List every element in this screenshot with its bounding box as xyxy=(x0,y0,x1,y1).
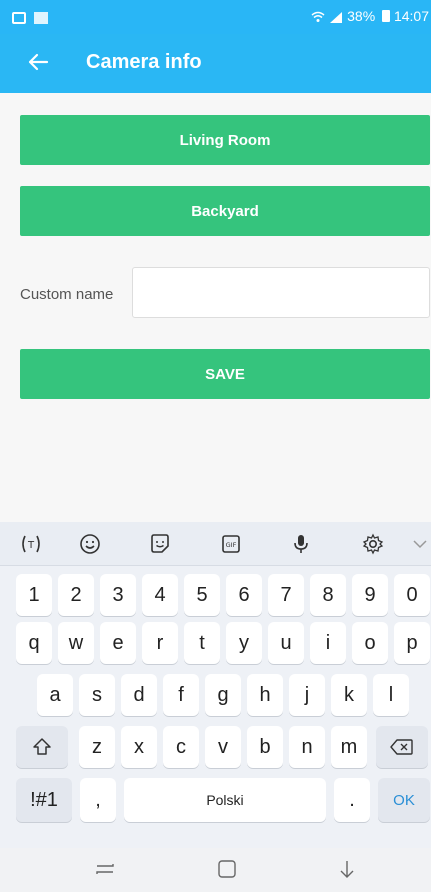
shift-key[interactable] xyxy=(16,726,68,768)
key-5[interactable]: 5 xyxy=(184,574,220,616)
key-2[interactable]: 2 xyxy=(58,574,94,616)
keyboard-toolbar: T GIF xyxy=(0,522,431,566)
key-b[interactable]: b xyxy=(247,726,283,768)
key-o[interactable]: o xyxy=(352,622,388,664)
period-key[interactable]: . xyxy=(334,778,370,822)
svg-text:T: T xyxy=(27,540,35,551)
battery-icon xyxy=(382,10,391,22)
app-bar: Camera info xyxy=(0,34,431,93)
sticker-icon[interactable] xyxy=(148,532,172,556)
key-a[interactable]: a xyxy=(37,674,73,716)
custom-name-label: Custom name xyxy=(20,286,114,303)
key-8[interactable]: 8 xyxy=(310,574,346,616)
camera-living-room-button[interactable]: Living Room xyxy=(20,115,430,165)
home-icon[interactable] xyxy=(216,858,238,880)
save-button[interactable]: SAVE xyxy=(20,349,430,399)
key-d[interactable]: d xyxy=(121,674,157,716)
key-t[interactable]: t xyxy=(184,622,220,664)
settings-icon[interactable] xyxy=(361,532,385,556)
custom-name-input[interactable] xyxy=(132,267,430,318)
recents-icon[interactable] xyxy=(94,858,116,880)
key-r[interactable]: r xyxy=(142,622,178,664)
battery-percent: 38% xyxy=(347,8,376,24)
key-n[interactable]: n xyxy=(289,726,325,768)
emoji-icon[interactable] xyxy=(78,532,102,556)
key-h[interactable]: h xyxy=(247,674,283,716)
key-q[interactable]: q xyxy=(16,622,52,664)
wifi-icon xyxy=(311,12,325,23)
symbols-key[interactable]: !#1 xyxy=(16,778,72,822)
key-k[interactable]: k xyxy=(331,674,367,716)
key-j[interactable]: j xyxy=(289,674,325,716)
space-key[interactable]: Polski xyxy=(124,778,326,822)
app-notification-icon xyxy=(34,11,49,24)
arrow-left-icon[interactable] xyxy=(27,51,49,73)
translate-icon[interactable]: T xyxy=(19,532,43,556)
key-w[interactable]: w xyxy=(58,622,94,664)
shift-icon xyxy=(33,738,51,755)
ok-key[interactable]: OK xyxy=(378,778,430,822)
key-0[interactable]: 0 xyxy=(394,574,430,616)
image-notification-icon xyxy=(12,11,26,24)
navigation-bar xyxy=(0,848,431,892)
key-1[interactable]: 1 xyxy=(16,574,52,616)
keyboard: T GIF 1 2 3 4 5 6 7 8 9 0 q w e r t y u … xyxy=(0,522,431,848)
key-x[interactable]: x xyxy=(121,726,157,768)
key-c[interactable]: c xyxy=(163,726,199,768)
back-icon[interactable] xyxy=(336,858,358,880)
clock-time: 14:07 xyxy=(393,8,429,24)
collapse-icon[interactable] xyxy=(411,532,429,556)
svg-text:GIF: GIF xyxy=(226,541,237,549)
key-u[interactable]: u xyxy=(268,622,304,664)
gif-icon[interactable]: GIF xyxy=(219,532,243,556)
camera-backyard-button[interactable]: Backyard xyxy=(20,186,430,236)
key-p[interactable]: p xyxy=(394,622,430,664)
status-bar: 38% 14:07 xyxy=(0,0,431,34)
key-i[interactable]: i xyxy=(310,622,346,664)
key-7[interactable]: 7 xyxy=(268,574,304,616)
key-m[interactable]: m xyxy=(331,726,367,768)
mic-icon[interactable] xyxy=(289,532,313,556)
key-9[interactable]: 9 xyxy=(352,574,388,616)
key-s[interactable]: s xyxy=(79,674,115,716)
key-v[interactable]: v xyxy=(205,726,241,768)
key-l[interactable]: l xyxy=(373,674,409,716)
key-g[interactable]: g xyxy=(205,674,241,716)
signal-icon xyxy=(330,12,343,24)
key-3[interactable]: 3 xyxy=(100,574,136,616)
status-left xyxy=(12,9,49,27)
key-6[interactable]: 6 xyxy=(226,574,262,616)
backspace-icon xyxy=(390,739,413,755)
key-f[interactable]: f xyxy=(163,674,199,716)
key-y[interactable]: y xyxy=(226,622,262,664)
key-4[interactable]: 4 xyxy=(142,574,178,616)
status-right: 38% 14:07 xyxy=(311,8,429,24)
comma-key[interactable]: , xyxy=(80,778,116,822)
key-z[interactable]: z xyxy=(79,726,115,768)
page-title: Camera info xyxy=(86,51,202,73)
backspace-key[interactable] xyxy=(376,726,428,768)
key-e[interactable]: e xyxy=(100,622,136,664)
